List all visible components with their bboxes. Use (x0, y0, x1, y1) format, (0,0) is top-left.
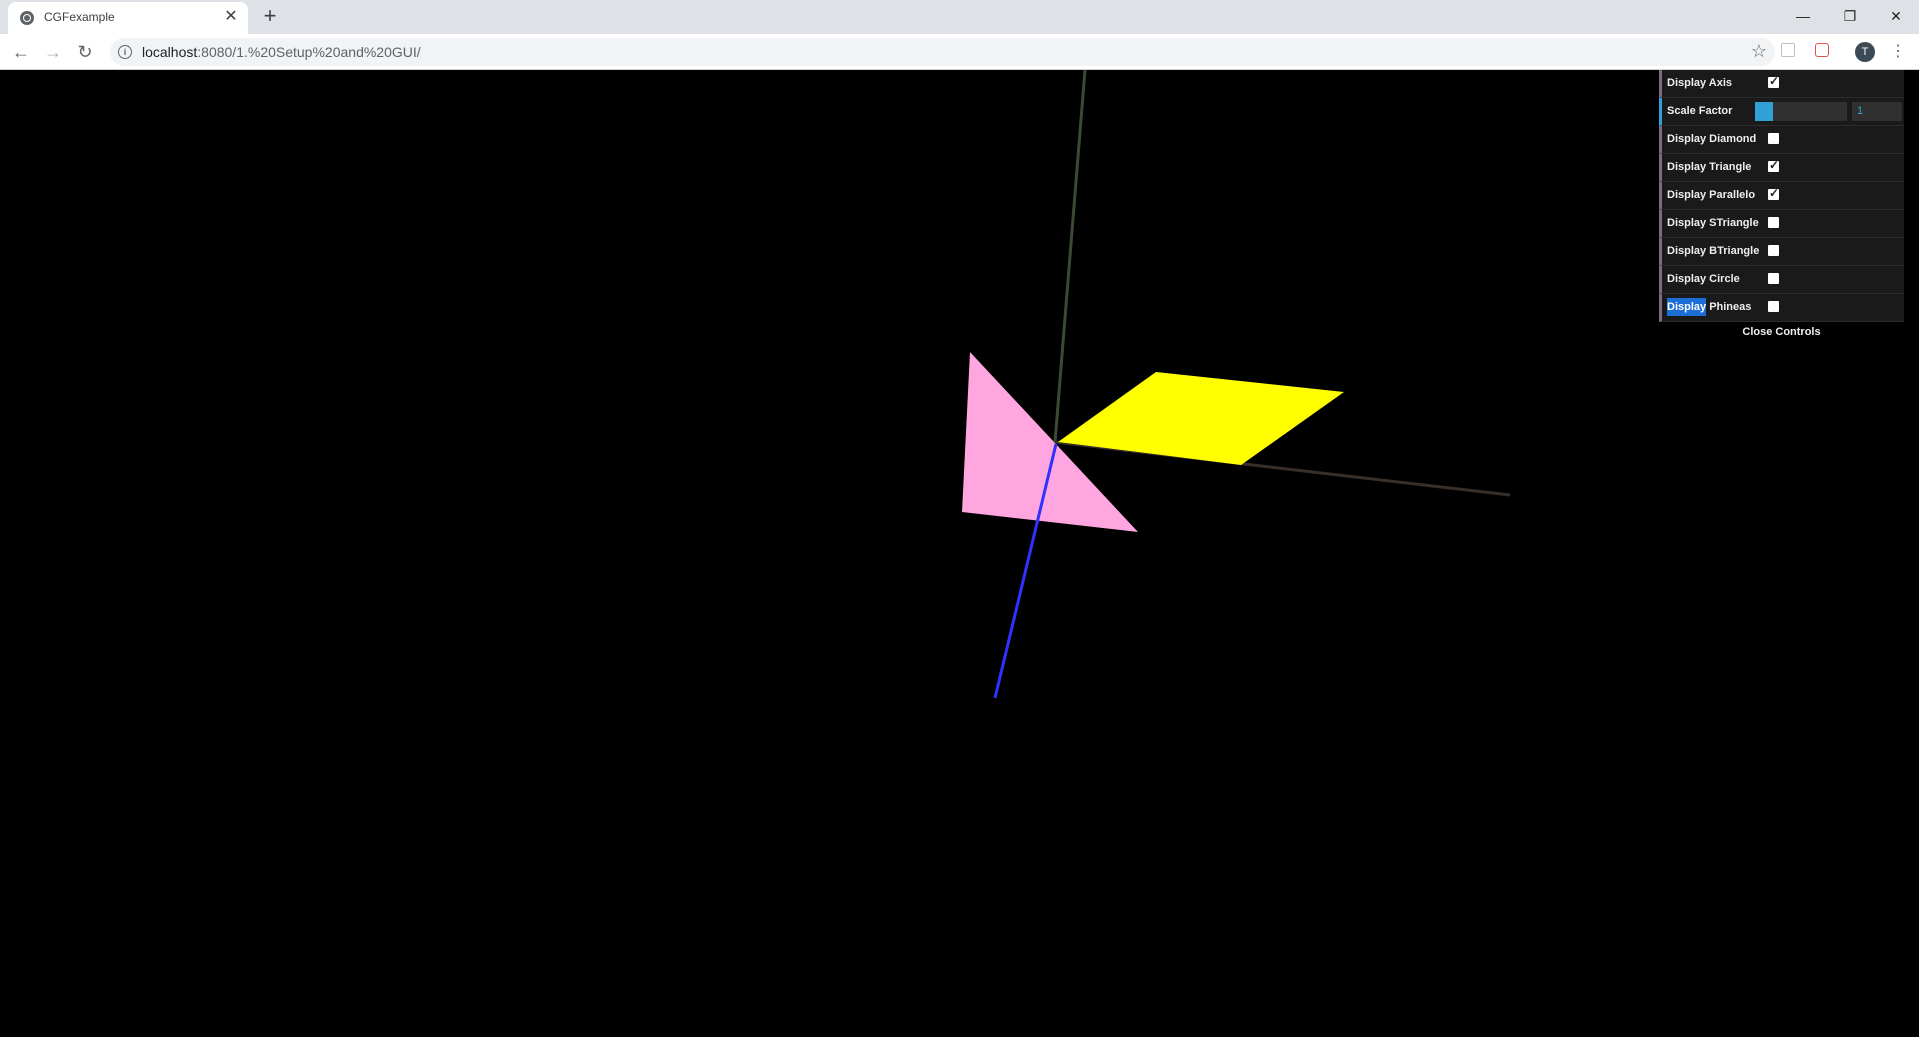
gui-label: Display BTriangle (1667, 245, 1760, 257)
gui-row-scale-factor[interactable]: Scale Factor 1 (1659, 98, 1904, 126)
display-parallelo-checkbox[interactable] (1768, 186, 1779, 200)
globe-icon (20, 11, 34, 25)
gui-row-display-circle[interactable]: Display Circle (1659, 266, 1904, 294)
profile-avatar[interactable]: T (1855, 42, 1875, 62)
gui-row-display-axis[interactable]: Display Axis (1659, 70, 1904, 98)
url-host: localhost (142, 44, 198, 60)
gui-label: Display Circle (1667, 273, 1740, 285)
gui-label: Display Phineas (1667, 298, 1752, 316)
minimize-button[interactable]: — (1780, 2, 1826, 30)
reload-button[interactable]: ↻ (73, 40, 97, 64)
close-tab-icon[interactable]: ✕ (222, 8, 240, 26)
gui-label: Display Parallelo (1667, 189, 1756, 201)
scale-factor-slider[interactable] (1755, 102, 1847, 121)
display-circle-checkbox[interactable] (1768, 273, 1779, 284)
back-button[interactable]: ← (9, 40, 33, 64)
slider-fill (1755, 102, 1774, 121)
browser-tab[interactable]: CGFexample ✕ (8, 2, 248, 34)
gui-panel: Display Axis Scale Factor 1 Display Diam… (1659, 70, 1904, 342)
info-icon[interactable]: i (118, 45, 132, 59)
tab-strip: CGFexample ✕ + — ❐ ✕ (0, 0, 1919, 34)
gui-label: Display STriangle (1667, 217, 1759, 229)
gui-label: Display Diamond (1667, 133, 1757, 145)
gui-row-display-diamond[interactable]: Display Diamond (1659, 126, 1904, 154)
gui-row-display-triangle[interactable]: Display Triangle (1659, 154, 1904, 182)
webgl-canvas[interactable] (0, 70, 1919, 1037)
canvas-background (0, 70, 1919, 1037)
address-bar[interactable]: i localhost:8080/1.%20Setup%20and%20GUI/… (110, 38, 1775, 66)
new-tab-button[interactable]: + (258, 5, 282, 29)
close-controls-button[interactable]: Close Controls (1659, 322, 1904, 342)
gui-row-display-phineas[interactable]: Display Phineas (1659, 294, 1904, 322)
browser-toolbar: ← → ↻ i localhost:8080/1.%20Setup%20and%… (0, 34, 1919, 70)
scale-factor-input[interactable]: 1 (1852, 102, 1902, 121)
display-phineas-checkbox[interactable] (1768, 301, 1779, 312)
gui-row-display-btriangle[interactable]: Display BTriangle (1659, 238, 1904, 266)
gui-label: Display Triangle (1667, 161, 1752, 173)
tab-title: CGFexample (44, 10, 115, 24)
extension-icon[interactable] (1781, 43, 1795, 57)
display-triangle-checkbox[interactable] (1768, 158, 1779, 172)
display-diamond-checkbox[interactable] (1768, 133, 1779, 144)
extension-icon[interactable] (1815, 43, 1829, 57)
bookmark-star-icon[interactable]: ☆ (1751, 41, 1767, 62)
menu-icon[interactable]: ⋮ (1890, 40, 1906, 64)
close-window-button[interactable]: ✕ (1873, 2, 1919, 30)
gui-row-display-striangle[interactable]: Display STriangle (1659, 210, 1904, 238)
display-striangle-checkbox[interactable] (1768, 217, 1779, 228)
label-rest: Phineas (1706, 301, 1752, 313)
selected-text: Display (1667, 298, 1707, 316)
gui-label: Display Axis (1667, 77, 1733, 89)
url-path: :8080/1.%20Setup%20and%20GUI/ (197, 44, 421, 60)
restore-button[interactable]: ❐ (1827, 2, 1873, 30)
forward-button[interactable]: → (41, 40, 65, 64)
display-btriangle-checkbox[interactable] (1768, 245, 1779, 256)
gui-row-display-parallelo[interactable]: Display Parallelo (1659, 182, 1904, 210)
gui-label: Scale Factor (1667, 105, 1733, 117)
display-axis-checkbox[interactable] (1768, 74, 1779, 88)
url-text[interactable]: localhost:8080/1.%20Setup%20and%20GUI/ (142, 44, 421, 60)
